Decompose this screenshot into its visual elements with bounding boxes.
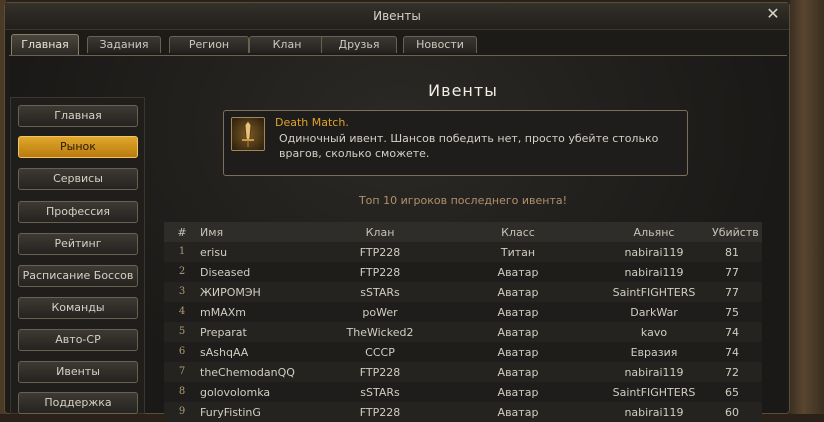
sidebar-item-events[interactable]: Ивенты bbox=[18, 361, 138, 383]
cell-class: Аватар bbox=[497, 286, 539, 299]
table-row: 9 FuryFistinG FTP228 Аватар nabirai119 6… bbox=[164, 402, 762, 422]
table-row: 4 mMAXm poWer Аватар DarkWar 75 bbox=[164, 302, 762, 322]
cell-name: FuryFistinG bbox=[200, 406, 261, 419]
window-title: Ивенты bbox=[373, 9, 421, 23]
cell-alliance: DarkWar bbox=[630, 306, 678, 319]
cell-alliance: Евразия bbox=[630, 346, 678, 359]
cell-clan: CCCP bbox=[365, 346, 395, 359]
sidebar-item-teams[interactable]: Команды bbox=[18, 297, 138, 319]
cell-class: Аватар bbox=[497, 406, 539, 419]
cell-kills: 74 bbox=[725, 346, 739, 359]
tab-quests[interactable]: Задания bbox=[87, 36, 161, 53]
cell-clan: FTP228 bbox=[359, 246, 401, 259]
cell-kills: 81 bbox=[725, 246, 739, 259]
cell-class: Аватар bbox=[497, 306, 539, 319]
column-header-class: Класс bbox=[501, 226, 535, 239]
cell-number: 1 bbox=[178, 246, 186, 257]
cell-alliance: kavo bbox=[640, 326, 668, 339]
column-header-clan: Клан bbox=[365, 226, 395, 239]
cell-number: 8 bbox=[178, 386, 186, 397]
sidebar-item-auto-cp[interactable]: Авто-CP bbox=[18, 329, 138, 351]
sidebar: Главная Рынок Сервисы Профессия Рейтинг … bbox=[10, 97, 145, 414]
sidebar-item-boss-schedule[interactable]: Расписание Боссов bbox=[18, 265, 138, 287]
sword-icon bbox=[231, 117, 265, 151]
column-header-alliance: Альянс bbox=[633, 226, 675, 239]
background-right bbox=[790, 0, 824, 414]
cell-name: Diseased bbox=[200, 266, 251, 279]
tab-region[interactable]: Регион bbox=[169, 36, 249, 53]
table-row: 1 erisu FTP228 Титан nabirai119 81 bbox=[164, 242, 762, 262]
cell-class: Аватар bbox=[497, 366, 539, 379]
event-card: Death Match. Одиночный ивент. Шансов поб… bbox=[223, 110, 688, 176]
column-header-name: Имя bbox=[200, 226, 224, 239]
tab-clan[interactable]: Клан bbox=[249, 36, 325, 53]
sidebar-item-market[interactable]: Рынок bbox=[18, 136, 138, 158]
cell-number: 7 bbox=[178, 366, 186, 377]
tab-main[interactable]: Главная bbox=[11, 34, 79, 56]
cell-kills: 75 bbox=[725, 306, 739, 319]
cell-name: sAshqAA bbox=[200, 346, 249, 359]
cell-name: erisu bbox=[200, 246, 228, 259]
cell-alliance: nabirai119 bbox=[624, 366, 684, 379]
cell-alliance: nabirai119 bbox=[624, 246, 684, 259]
cell-alliance: SaintFIGHTERS bbox=[612, 286, 696, 299]
cell-name: golovolomka bbox=[200, 386, 271, 399]
cell-name: mMAXm bbox=[200, 306, 246, 319]
cell-class: Аватар bbox=[497, 326, 539, 339]
tab-news[interactable]: Новости bbox=[403, 36, 477, 53]
cell-name: theChemodanQQ bbox=[200, 366, 295, 379]
cell-clan: sSTARs bbox=[360, 386, 400, 399]
cell-number: 9 bbox=[178, 406, 186, 417]
table-header: # Имя Клан Класс Альянс Убийств bbox=[164, 222, 762, 242]
cell-class: Аватар bbox=[497, 266, 539, 279]
cell-clan: FTP228 bbox=[359, 266, 401, 279]
sidebar-item-support[interactable]: Поддержка bbox=[18, 392, 138, 414]
cell-kills: 72 bbox=[725, 366, 739, 379]
table-row: 3 ЖИРОМЭН sSTARs Аватар SaintFIGHTERS 77 bbox=[164, 282, 762, 302]
cell-number: 6 bbox=[178, 346, 186, 357]
column-header-number: # bbox=[177, 226, 187, 239]
cell-alliance: SaintFIGHTERS bbox=[612, 386, 696, 399]
event-description: Одиночный ивент. Шансов победить нет, пр… bbox=[279, 132, 659, 160]
table-row: 5 Preparat TheWicked2 Аватар kavo 74 bbox=[164, 322, 762, 342]
table-row: 8 golovolomka sSTARs Аватар SaintFIGHTER… bbox=[164, 382, 762, 402]
cell-clan: sSTARs bbox=[360, 286, 400, 299]
cell-clan: FTP228 bbox=[359, 366, 401, 379]
cell-name: ЖИРОМЭН bbox=[200, 286, 261, 299]
cell-clan: TheWicked2 bbox=[346, 326, 414, 339]
cell-clan: FTP228 bbox=[359, 406, 401, 419]
table-row: 7 theChemodanQQ FTP228 Аватар nabirai119… bbox=[164, 362, 762, 382]
table-row: 2 Diseased FTP228 Аватар nabirai119 77 bbox=[164, 262, 762, 282]
sidebar-item-rating[interactable]: Рейтинг bbox=[18, 233, 138, 255]
cell-number: 3 bbox=[178, 286, 186, 297]
cell-class: Титан bbox=[500, 246, 536, 259]
close-icon[interactable]: ✕ bbox=[765, 6, 781, 22]
cell-class: Аватар bbox=[497, 386, 539, 399]
cell-clan: poWer bbox=[362, 306, 398, 319]
cell-number: 5 bbox=[178, 326, 186, 337]
tab-friends[interactable]: Друзья bbox=[321, 36, 397, 53]
cell-alliance: nabirai119 bbox=[624, 266, 684, 279]
sidebar-item-services[interactable]: Сервисы bbox=[18, 168, 138, 190]
title-bar[interactable]: Ивенты ✕ bbox=[5, 3, 789, 30]
sidebar-item-profession[interactable]: Профессия bbox=[18, 201, 138, 223]
sidebar-item-main[interactable]: Главная bbox=[18, 105, 138, 127]
column-header-kills: Убийств bbox=[712, 226, 759, 239]
cell-class: Аватар bbox=[497, 346, 539, 359]
page-title: Ивенты bbox=[428, 81, 498, 100]
cell-kills: 77 bbox=[725, 286, 739, 299]
cell-number: 2 bbox=[178, 266, 186, 277]
cell-kills: 74 bbox=[725, 326, 739, 339]
cell-alliance: nabirai119 bbox=[624, 406, 684, 419]
cell-kills: 65 bbox=[725, 386, 739, 399]
top-players-caption: Топ 10 игроков последнего ивента! bbox=[358, 194, 568, 207]
cell-kills: 60 bbox=[725, 406, 739, 419]
cell-kills: 77 bbox=[725, 266, 739, 279]
cell-number: 4 bbox=[178, 306, 186, 317]
cell-name: Preparat bbox=[200, 326, 247, 339]
event-title: Death Match. bbox=[275, 116, 349, 129]
table-row: 6 sAshqAA CCCP Аватар Евразия 74 bbox=[164, 342, 762, 362]
